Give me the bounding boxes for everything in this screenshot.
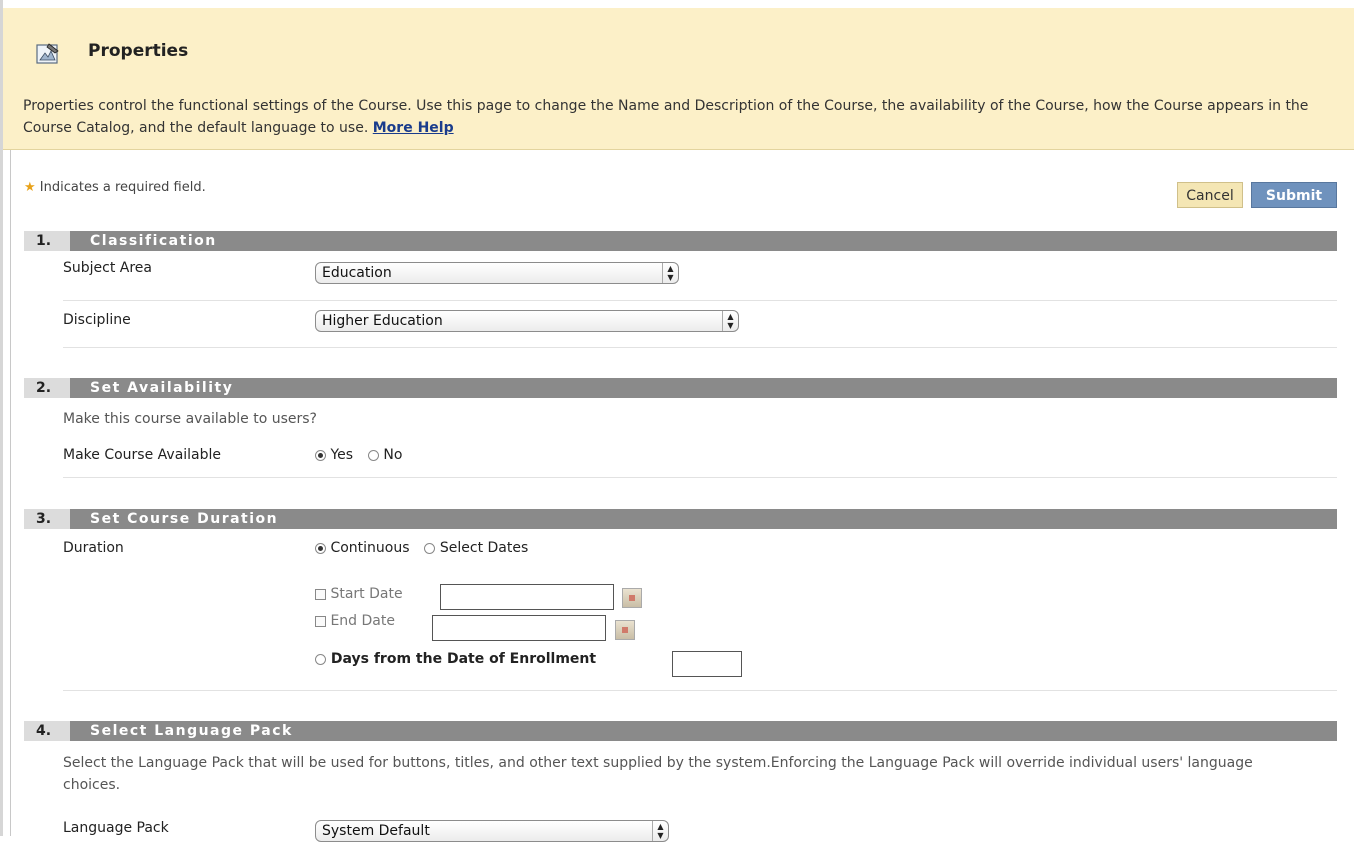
section-availability-header: 2. Set Availability — [24, 378, 1337, 398]
language-description: Select the Language Pack that will be us… — [63, 755, 1253, 793]
required-star-icon: ★ — [24, 180, 36, 195]
start-date-input[interactable] — [440, 584, 614, 610]
days-from-enrollment-input[interactable] — [672, 651, 742, 677]
select-arrows-icon: ▲ ▼ — [662, 263, 678, 283]
subject-area-label: Subject Area — [63, 260, 153, 276]
section-language-header: 4. Select Language Pack — [24, 721, 1337, 741]
cancel-button[interactable]: Cancel — [1177, 182, 1243, 208]
start-date-label: Start Date — [330, 586, 403, 602]
divider — [63, 690, 1337, 691]
availability-yes-label: Yes — [330, 447, 354, 463]
end-date-label: End Date — [330, 613, 395, 629]
start-date-row: Start Date — [315, 586, 403, 602]
end-date-row: End Date — [315, 613, 395, 629]
section-number: 2. — [24, 378, 70, 398]
make-course-available-label: Make Course Available — [63, 447, 222, 463]
subject-area-value: Education — [322, 265, 392, 281]
select-dates-label: Select Dates — [439, 540, 529, 556]
section-title: Classification — [90, 233, 217, 249]
start-date-checkbox[interactable] — [315, 588, 326, 600]
more-help-link[interactable]: More Help — [373, 120, 454, 136]
end-date-input[interactable] — [432, 615, 606, 641]
select-arrows-icon: ▲ ▼ — [722, 311, 738, 331]
discipline-label: Discipline — [63, 312, 131, 328]
subject-area-select[interactable]: Education ▲ ▼ — [315, 262, 679, 284]
section-number: 4. — [24, 721, 70, 741]
select-dates-radio[interactable] — [424, 542, 436, 554]
required-field-note: ★ Indicates a required field. — [24, 180, 206, 195]
section-title: Set Course Duration — [90, 511, 279, 527]
availability-yes-radio[interactable] — [315, 449, 326, 461]
language-pack-label: Language Pack — [63, 820, 169, 836]
section-duration-header: 3. Set Course Duration — [24, 509, 1337, 529]
continuous-radio[interactable] — [315, 542, 326, 554]
discipline-select[interactable]: Higher Education ▲ ▼ — [315, 310, 739, 332]
submit-button[interactable]: Submit — [1251, 182, 1337, 208]
divider — [63, 300, 1337, 301]
days-from-enrollment-label: Days from the Date of Enrollment — [330, 651, 597, 667]
divider — [63, 477, 1337, 478]
start-date-calendar-icon[interactable] — [622, 588, 642, 608]
language-pack-select[interactable]: System Default ▲ ▼ — [315, 820, 669, 842]
discipline-value: Higher Education — [322, 313, 443, 329]
end-date-calendar-icon[interactable] — [615, 620, 635, 640]
section-classification-header: 1. Classification — [24, 231, 1337, 251]
language-pack-value: System Default — [322, 823, 430, 839]
page-title: Properties — [88, 41, 189, 61]
availability-no-label: No — [383, 447, 403, 463]
properties-icon — [36, 43, 59, 64]
availability-no-radio[interactable] — [367, 449, 379, 461]
page-description: Properties control the functional settin… — [23, 95, 1343, 139]
left-rule — [10, 150, 11, 836]
end-date-checkbox[interactable] — [315, 615, 326, 627]
divider — [63, 347, 1337, 348]
days-from-enrollment-radio[interactable] — [315, 653, 326, 665]
intro-text: Properties control the functional settin… — [23, 98, 1309, 136]
select-arrows-icon: ▲ ▼ — [652, 821, 668, 841]
duration-radio-group: Continuous Select Dates — [315, 540, 528, 556]
continuous-label: Continuous — [330, 540, 410, 556]
days-from-enrollment-row: Days from the Date of Enrollment — [315, 651, 596, 667]
required-note-text: Indicates a required field. — [39, 180, 206, 195]
section-number: 3. — [24, 509, 70, 529]
availability-prompt: Make this course available to users? — [63, 411, 317, 427]
section-title: Select Language Pack — [90, 723, 293, 739]
page-header: Properties Properties control the functi… — [3, 8, 1354, 150]
section-number: 1. — [24, 231, 70, 251]
duration-label: Duration — [63, 540, 124, 556]
section-title: Set Availability — [90, 380, 234, 396]
availability-radio-group: Yes No — [315, 447, 402, 463]
